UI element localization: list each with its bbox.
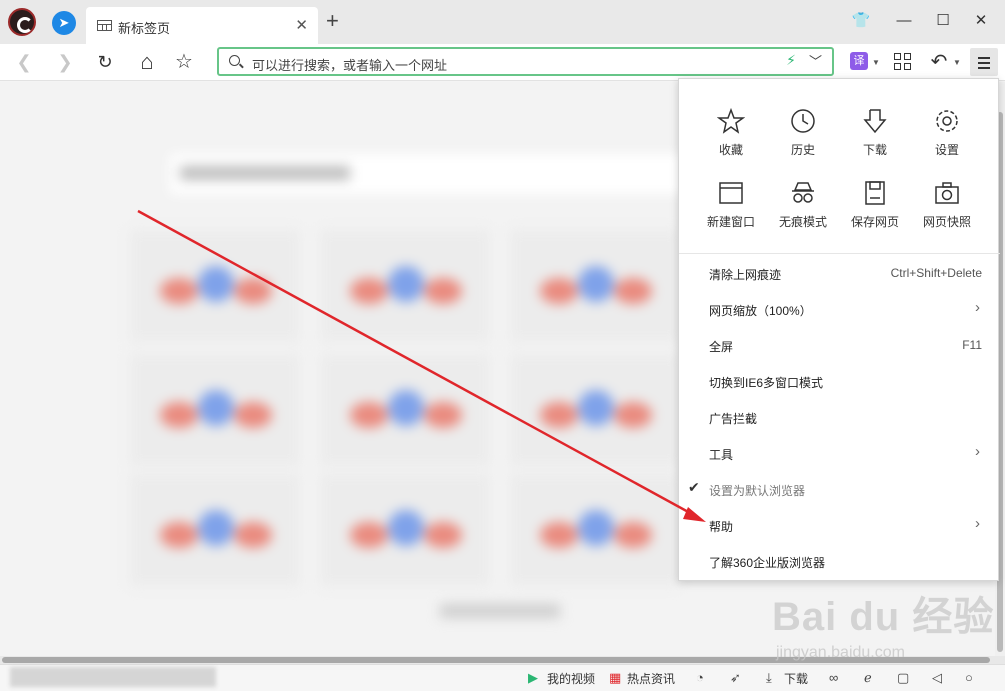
menu-item-shortcut: Ctrl+Shift+Delete xyxy=(890,266,982,280)
menu-item-zoom[interactable]: 网页缩放（100%） › xyxy=(679,291,1000,327)
tab-new-tab[interactable]: 新标签页 ✕ xyxy=(86,7,318,44)
menu-history-label: 历史 xyxy=(790,143,815,157)
back-icon[interactable]: ❮ xyxy=(12,50,36,74)
menu-save-page[interactable]: 保存网页 xyxy=(839,179,911,243)
menu-item-default-browser[interactable]: ✔ 设置为默认浏览器 xyxy=(679,471,1000,507)
video-icon[interactable]: ▶ xyxy=(528,670,538,686)
ie-icon[interactable]: ℯ xyxy=(864,670,872,686)
menu-history[interactable]: 历史 xyxy=(767,107,839,171)
browser-logo-icon[interactable] xyxy=(8,8,36,36)
navigation-icon[interactable]: ➤ xyxy=(52,11,76,35)
address-bar[interactable]: 可以进行搜索，或者输入一个网址 ⚡ ﹀ xyxy=(217,47,834,76)
menu-download-label: 下载 xyxy=(862,143,887,157)
new-window-icon xyxy=(719,182,743,204)
menu-snapshot-label: 网页快照 xyxy=(922,215,971,229)
menu-item-tools[interactable]: 工具 › xyxy=(679,435,1000,471)
watermark-url: jingyan.baidu.com xyxy=(776,644,905,661)
my-video-link[interactable]: 我的视频 xyxy=(547,670,595,687)
forward-icon[interactable]: ❯ xyxy=(53,50,77,74)
blurred-status-area xyxy=(10,667,216,687)
chevron-down-icon[interactable]: ﹀ xyxy=(809,51,822,70)
menu-item-label: 帮助 xyxy=(709,520,734,534)
new-tab-button[interactable]: + xyxy=(326,9,339,33)
menu-favorites[interactable]: 收藏 xyxy=(695,107,767,171)
tab-close-icon[interactable]: ✕ xyxy=(295,16,308,34)
menu-favorites-label: 收藏 xyxy=(718,143,743,157)
menu-item-fullscreen[interactable]: 全屏 F11 xyxy=(679,327,1000,363)
menu-item-help[interactable]: 帮助 › xyxy=(679,507,1000,543)
main-menu-button[interactable] xyxy=(970,48,998,76)
address-placeholder: 可以进行搜索，或者输入一个网址 xyxy=(252,58,448,73)
maximize-button[interactable]: ☐ xyxy=(932,10,954,32)
menu-save-page-label: 保存网页 xyxy=(850,215,899,229)
search-icon xyxy=(229,55,240,66)
speed-icon[interactable]: ◔ xyxy=(696,670,704,685)
tab-bar: ➤ 新标签页 ✕ + 👕 — ☐ ✕ xyxy=(0,0,1005,44)
chevron-right-icon: › xyxy=(975,515,980,532)
menu-item-label: 全屏 xyxy=(709,340,734,354)
tab-title: 新标签页 xyxy=(118,21,171,36)
tab-page-icon xyxy=(97,20,112,31)
hot-news-link[interactable]: 热点资讯 xyxy=(627,670,675,687)
menu-settings[interactable]: 设置 xyxy=(911,107,983,171)
rocket-icon[interactable]: ➶ xyxy=(730,670,741,686)
menu-new-window[interactable]: 新建窗口 xyxy=(695,179,767,243)
watermark-logo-text: Bai du 经验 xyxy=(772,595,995,639)
menu-item-label: 设置为默认浏览器 xyxy=(709,484,806,498)
home-icon[interactable]: ⌂ xyxy=(135,50,159,74)
menu-new-window-label: 新建窗口 xyxy=(706,215,755,229)
camera-icon xyxy=(935,182,959,204)
download-icon xyxy=(863,109,887,134)
zoom-icon[interactable]: ○ xyxy=(965,670,973,685)
menu-item-label: 切换到IE6多窗口模式 xyxy=(709,376,824,390)
menu-item-label: 广告拦截 xyxy=(709,412,758,426)
baidu-watermark: Bai du 经验 jingyan.baidu.com xyxy=(772,584,1004,668)
checkmark-icon: ✔ xyxy=(688,479,700,495)
download-status-icon[interactable]: ⤓ xyxy=(766,670,772,686)
menu-item-label: 网页缩放（100%） xyxy=(709,304,812,318)
close-window-button[interactable]: ✕ xyxy=(970,10,992,32)
apps-grid-icon[interactable] xyxy=(894,53,912,71)
incognito-status-icon[interactable]: ∞ xyxy=(829,670,838,685)
menu-item-shortcut: F11 xyxy=(962,338,982,352)
menu-settings-label: 设置 xyxy=(934,143,959,157)
menu-item-enterprise[interactable]: 了解360企业版浏览器 xyxy=(679,543,1000,579)
save-page-icon xyxy=(865,181,885,205)
menu-item-ad-block[interactable]: 广告拦截 xyxy=(679,399,1000,435)
undo-icon[interactable]: ↶ xyxy=(927,50,951,74)
undo-caret-icon[interactable]: ▼ xyxy=(953,58,961,67)
menu-incognito[interactable]: 无痕模式 xyxy=(767,179,839,243)
lightning-icon[interactable]: ⚡ xyxy=(786,52,796,69)
news-icon[interactable]: ▦ xyxy=(609,670,621,686)
chevron-right-icon: › xyxy=(975,299,980,316)
menu-item-label: 了解360企业版浏览器 xyxy=(709,556,826,570)
main-menu-dropdown: 收藏 历史 下载 设置 新建窗口 无痕模式 保存网页 网页快照 清除上网痕迹 C… xyxy=(678,78,1000,581)
reload-icon[interactable]: ↻ xyxy=(93,50,117,74)
download-status-link[interactable]: 下载 xyxy=(784,670,808,687)
menu-incognito-label: 无痕模式 xyxy=(778,215,827,229)
toolbar: ❮ ❯ ↻ ⌂ ☆ 可以进行搜索，或者输入一个网址 ⚡ ﹀ 译 ▼ ↶ ▼ xyxy=(0,44,1005,81)
settings-icon xyxy=(936,110,958,132)
status-bar: ▶ 我的视频 ▦ 热点资讯 ◔ ➶ ⤓ 下载 ∞ ℯ ▢ ◁ ○ xyxy=(0,664,1005,691)
history-icon xyxy=(791,109,815,133)
menu-snapshot[interactable]: 网页快照 xyxy=(911,179,983,243)
skin-icon[interactable]: 👕 xyxy=(850,10,872,32)
menu-item-label: 工具 xyxy=(709,448,734,462)
translate-caret-icon[interactable]: ▼ xyxy=(872,58,880,67)
menu-item-ie6-mode[interactable]: 切换到IE6多窗口模式 xyxy=(679,363,1000,399)
incognito-icon xyxy=(792,182,814,203)
translate-icon[interactable]: 译 xyxy=(850,52,868,70)
menu-separator xyxy=(679,253,1000,254)
minimize-button[interactable]: — xyxy=(893,10,915,32)
window-icon[interactable]: ▢ xyxy=(897,670,909,686)
favorite-star-icon[interactable]: ☆ xyxy=(172,50,196,74)
sound-icon[interactable]: ◁ xyxy=(932,670,942,686)
menu-item-clear-history[interactable]: 清除上网痕迹 Ctrl+Shift+Delete xyxy=(679,255,1000,291)
menu-download[interactable]: 下载 xyxy=(839,107,911,171)
menu-item-label: 清除上网痕迹 xyxy=(709,268,782,282)
chevron-right-icon: › xyxy=(975,443,980,460)
star-icon xyxy=(717,107,745,134)
